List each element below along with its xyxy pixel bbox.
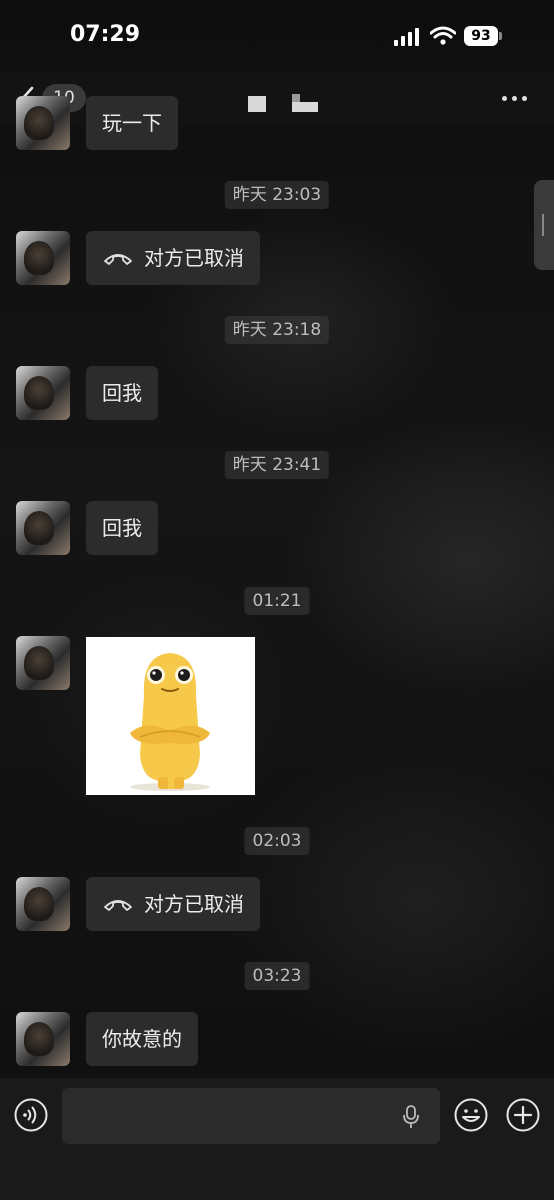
- avatar[interactable]: [16, 501, 70, 555]
- scroll-handle[interactable]: [534, 180, 554, 270]
- phone-hangup-icon: [104, 899, 132, 911]
- chat-title: [248, 94, 320, 112]
- input-bar: [0, 1078, 554, 1200]
- mic-icon[interactable]: [402, 1105, 420, 1129]
- message-bubble[interactable]: 回我: [86, 501, 158, 555]
- status-time: 07:29: [70, 22, 141, 47]
- message-timestamp: 昨天 23:41: [224, 451, 330, 479]
- avatar[interactable]: [16, 231, 70, 285]
- call-message-bubble[interactable]: 对方已取消: [86, 231, 260, 285]
- signal-icon: [394, 28, 424, 46]
- yellow-character-sticker: [130, 653, 210, 791]
- avatar[interactable]: [16, 1012, 70, 1066]
- message-bubble[interactable]: 回我: [86, 366, 158, 420]
- sticker-image-message[interactable]: [86, 637, 255, 795]
- status-bar: 07:29 93: [0, 0, 554, 72]
- phone-hangup-icon: [104, 253, 132, 265]
- message-timestamp: 昨天 23:18: [224, 316, 330, 344]
- call-status-text: 对方已取消: [144, 892, 244, 916]
- battery-tip: [499, 32, 502, 40]
- more-icon[interactable]: [502, 96, 530, 104]
- avatar[interactable]: [16, 636, 70, 690]
- message-timestamp: 01:21: [244, 587, 310, 615]
- wifi-icon: [430, 26, 456, 45]
- message-bubble[interactable]: 你故意的: [86, 1012, 198, 1066]
- call-message-bubble[interactable]: 对方已取消: [86, 877, 260, 931]
- voice-icon[interactable]: [14, 1098, 48, 1132]
- message-bubble[interactable]: 玩一下: [86, 96, 178, 150]
- message-timestamp: 昨天 23:03: [224, 181, 330, 209]
- avatar[interactable]: [16, 877, 70, 931]
- emoji-icon[interactable]: [454, 1098, 488, 1132]
- plus-icon[interactable]: [506, 1098, 540, 1132]
- call-status-text: 对方已取消: [144, 246, 244, 270]
- nav-bar: 10: [0, 72, 554, 126]
- message-input[interactable]: [62, 1088, 440, 1144]
- battery-icon: 93: [464, 26, 498, 46]
- message-timestamp: 03:23: [244, 962, 310, 990]
- avatar[interactable]: [16, 366, 70, 420]
- message-timestamp: 02:03: [244, 827, 310, 855]
- avatar[interactable]: [16, 96, 70, 150]
